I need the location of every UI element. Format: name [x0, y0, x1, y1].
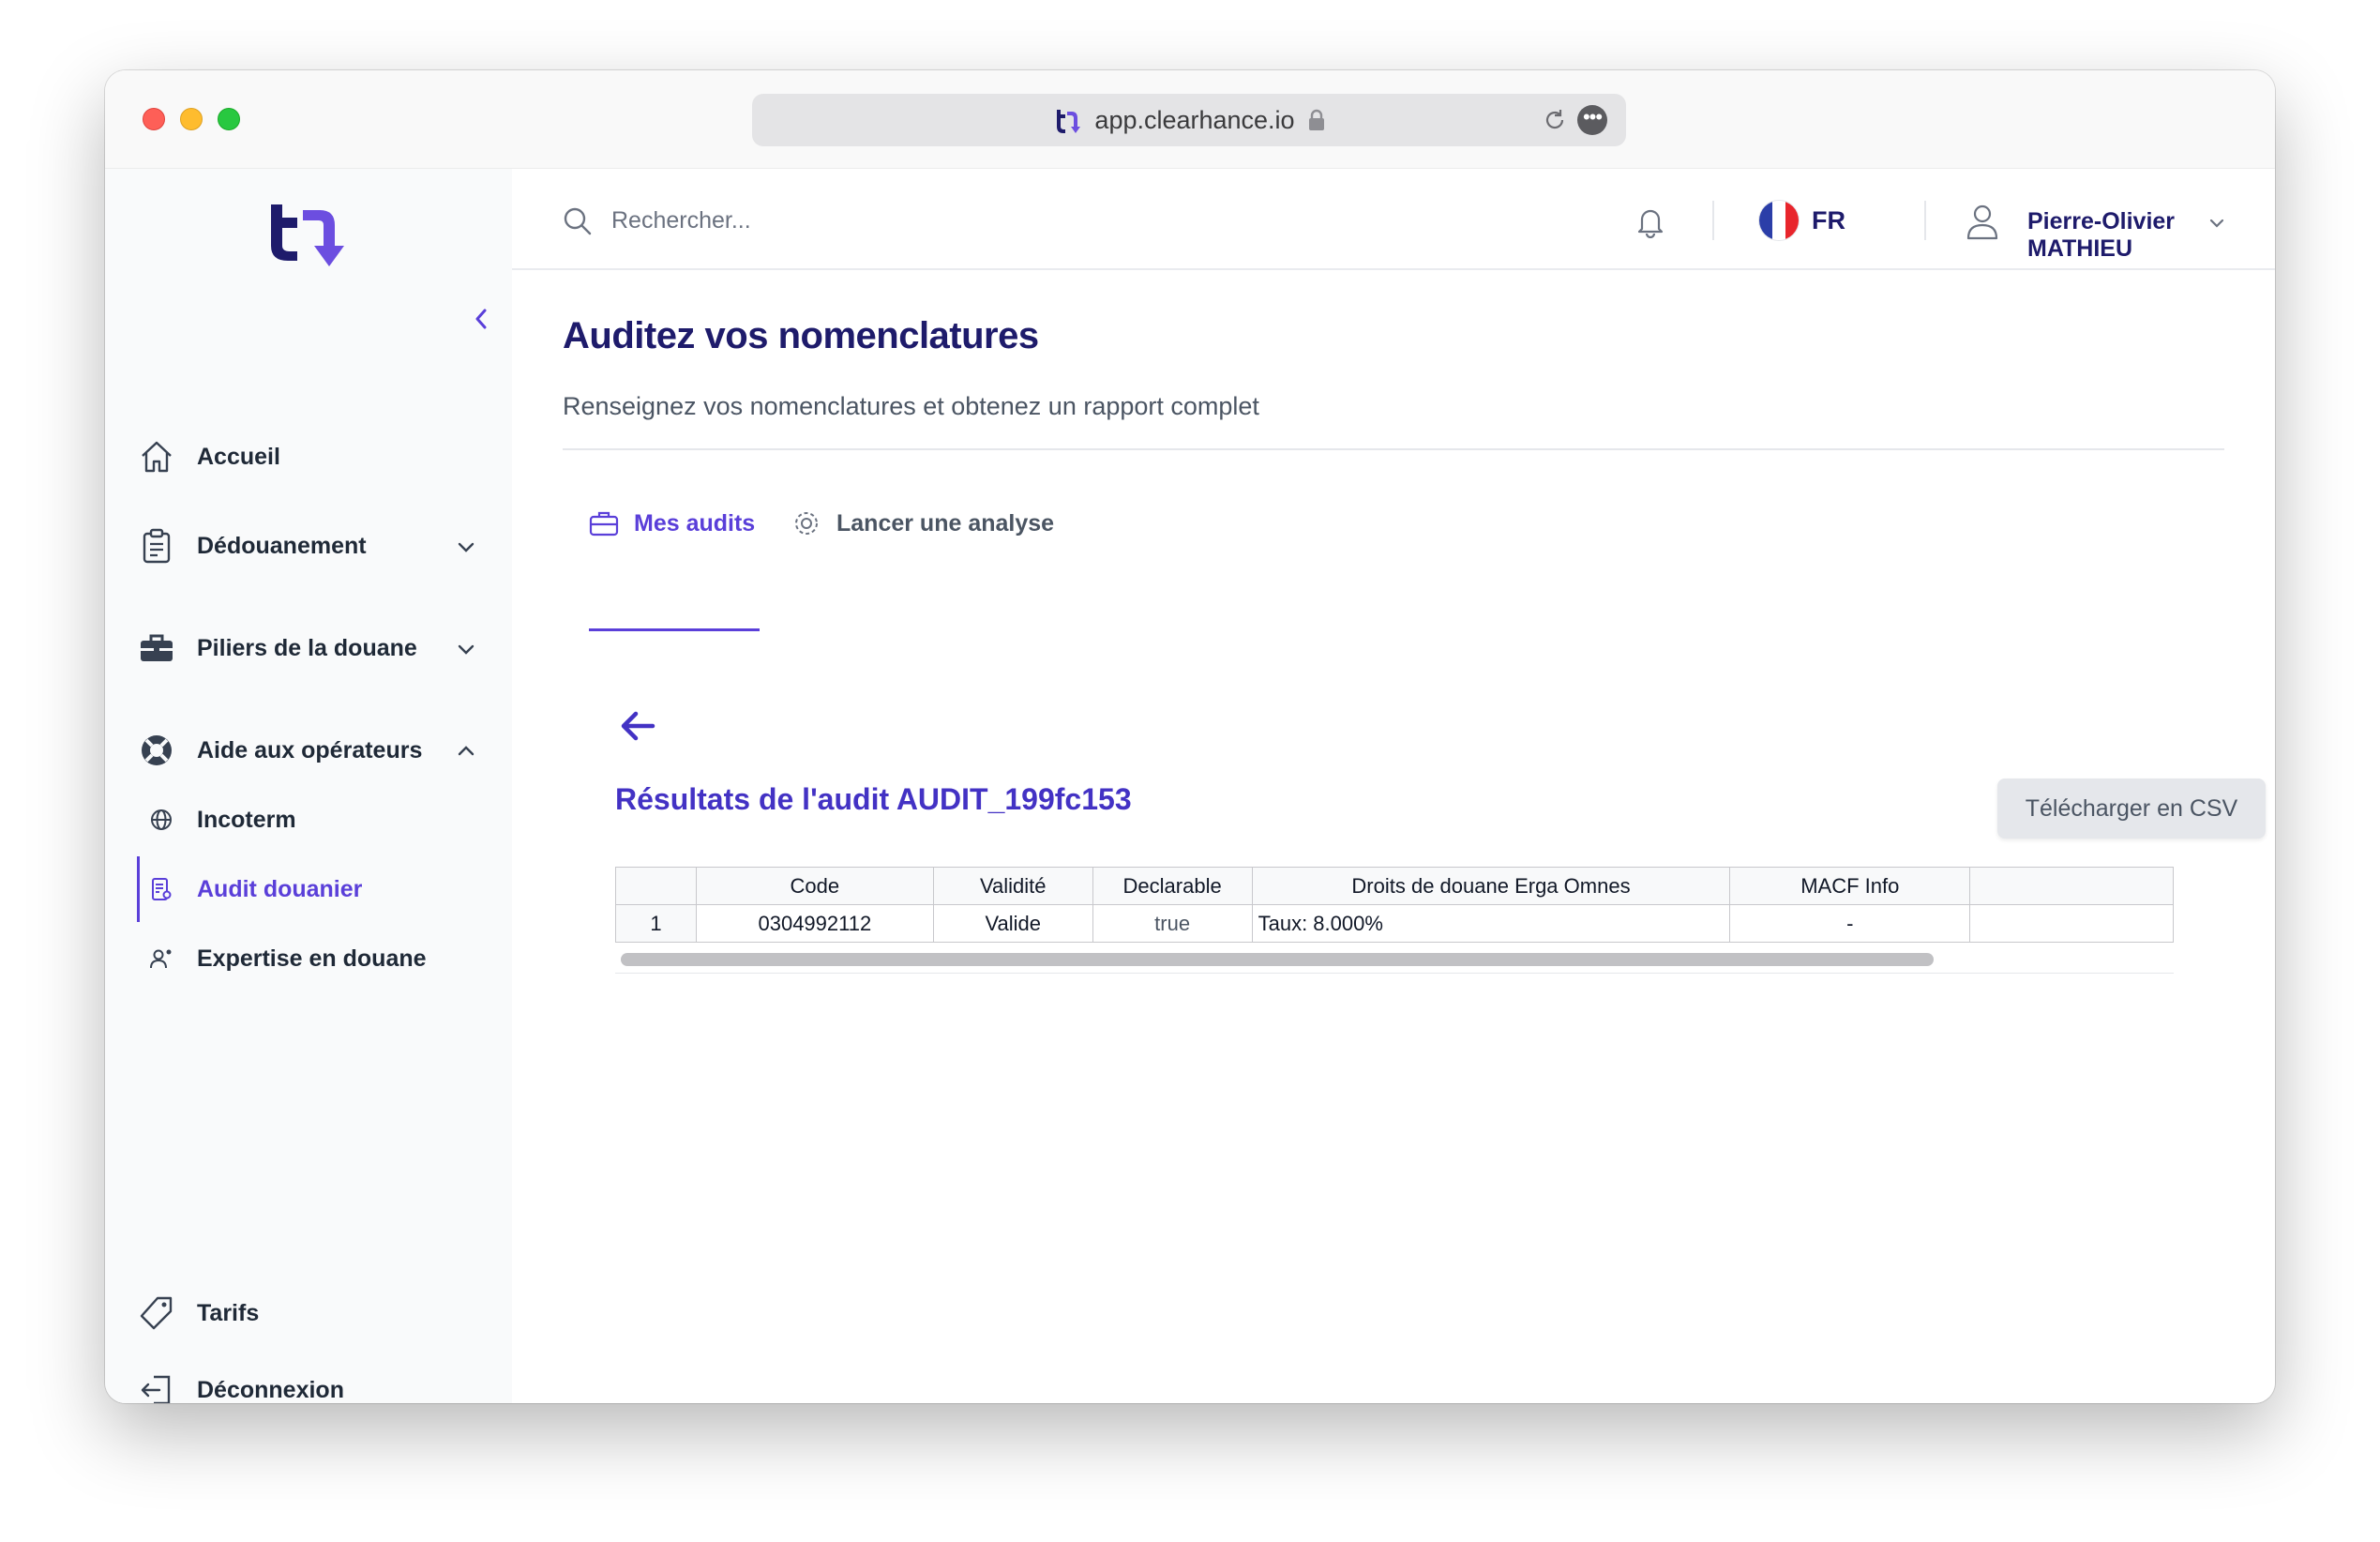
site-logo-icon — [1057, 110, 1081, 133]
sidebar-subitem-expertise[interactable]: Expertise en douane — [139, 932, 495, 985]
tab-label: Mes audits — [634, 509, 756, 537]
audit-results-grid[interactable]: Code Validité Declarable Droits de douan… — [615, 867, 2174, 974]
bell-icon[interactable] — [1635, 204, 1665, 238]
globe-icon — [151, 809, 172, 830]
table-cell[interactable]: 0304992112 — [695, 904, 934, 943]
sidebar-item-accueil[interactable]: Accueil — [139, 429, 495, 485]
sidebar-subitem-label: Expertise en douane — [197, 945, 427, 972]
more-options-icon[interactable]: ••• — [1577, 105, 1607, 135]
table-cell[interactable]: Valide — [932, 904, 1093, 943]
tab-label: Lancer une analyse — [836, 509, 1055, 537]
user-expert-icon — [150, 949, 172, 969]
sidebar-item-deconnexion[interactable]: Déconnexion — [139, 1362, 495, 1403]
sidebar-item-label: Déconnexion — [197, 1376, 344, 1403]
column-header[interactable]: MACF Info — [1729, 867, 1971, 905]
column-header[interactable]: Declarable — [1092, 867, 1253, 905]
chevron-up-icon — [458, 746, 474, 756]
sidebar-item-label: Aide aux opérateurs — [197, 736, 423, 763]
main-content: Auditez vos nomenclatures Renseignez vos… — [512, 270, 2275, 1403]
tag-icon — [140, 1296, 173, 1330]
url-text: app.clearhance.io — [1094, 105, 1295, 134]
chevron-down-icon[interactable] — [2207, 214, 2226, 233]
column-header[interactable] — [615, 867, 697, 905]
back-arrow-icon[interactable] — [619, 709, 656, 743]
language-code: FR — [1812, 205, 1845, 234]
clipboard-icon — [143, 528, 171, 564]
table-row: 1 0304992112 Valide true Taux: 8.000% - — [615, 904, 2174, 943]
logout-icon — [141, 1375, 171, 1403]
gear-icon — [795, 512, 818, 535]
table-cell[interactable] — [1969, 904, 2174, 943]
lock-icon — [1308, 109, 1324, 130]
horizontal-scrollbar[interactable] — [621, 953, 1934, 966]
page-title: Auditez vos nomenclatures — [563, 315, 1039, 356]
column-header[interactable] — [1969, 867, 2174, 905]
active-tab-underline — [589, 628, 760, 631]
sidebar-item-label: Tarifs — [197, 1299, 260, 1326]
chevron-down-icon — [458, 542, 474, 552]
maximize-window-button[interactable] — [218, 108, 240, 130]
table-header-row: Code Validité Declarable Droits de douan… — [615, 867, 2174, 905]
divider — [563, 448, 2224, 450]
reload-icon[interactable] — [1542, 107, 1568, 133]
home-icon — [142, 441, 172, 473]
sidebar-item-tarifs[interactable]: Tarifs — [139, 1285, 495, 1341]
app-topbar: FR Pierre-Olivier MATHIEU — [512, 169, 2275, 270]
page-subtitle: Renseignez vos nomenclatures et obtenez … — [563, 392, 1259, 420]
close-window-button[interactable] — [143, 108, 165, 130]
sidebar-subitem-incoterm[interactable]: Incoterm — [139, 794, 495, 846]
sidebar-subitem-audit-wrap: Audit douanier — [105, 856, 512, 922]
collapse-sidebar-icon[interactable] — [471, 305, 491, 333]
results-table: Code Validité Declarable Droits de douan… — [615, 867, 2174, 943]
sidebar-item-label: Dédouanement — [197, 532, 367, 559]
sidebar-item-aide-operateurs[interactable]: Aide aux opérateurs — [139, 722, 495, 779]
sidebar-item-label: Accueil — [197, 443, 280, 470]
download-csv-button[interactable]: Télécharger en CSV — [1997, 779, 2266, 839]
sidebar-subitem-audit-douanier[interactable]: Audit douanier — [139, 863, 495, 915]
document-audit-icon — [152, 878, 172, 900]
tab-lancer-analyse[interactable]: Lancer une analyse — [791, 495, 1054, 552]
audit-results-title: Résultats de l'audit AUDIT_199fc153 — [615, 782, 1132, 816]
table-cell[interactable]: 1 — [615, 904, 697, 943]
sidebar-subitem-label: Audit douanier — [197, 875, 363, 902]
table-cell[interactable]: Taux: 8.000% — [1251, 904, 1731, 943]
briefcase-icon — [589, 511, 619, 537]
sidebar-item-dedouanement[interactable]: Dédouanement — [139, 518, 495, 574]
table-cell[interactable]: true — [1092, 904, 1253, 943]
sidebar: Accueil Dédouanement Piliers de la douan… — [105, 169, 512, 1403]
column-header[interactable]: Validité — [932, 867, 1093, 905]
column-header[interactable]: Code — [695, 867, 934, 905]
chevron-down-icon — [458, 644, 474, 655]
language-selector[interactable]: FR — [1759, 199, 1845, 242]
table-cell[interactable]: - — [1729, 904, 1971, 943]
browser-titlebar: app.clearhance.io ••• — [105, 70, 2275, 169]
topbar-divider — [1924, 201, 1926, 240]
minimize-window-button[interactable] — [180, 108, 203, 130]
tab-mes-audits[interactable]: Mes audits — [589, 495, 755, 552]
search-icon — [564, 207, 592, 235]
user-name[interactable]: Pierre-Olivier MATHIEU — [2027, 208, 2275, 263]
sidebar-subitem-label: Incoterm — [197, 806, 296, 833]
clearhance-logo — [271, 204, 344, 266]
browser-window: app.clearhance.io ••• Accueil Dédouaneme… — [105, 70, 2275, 1403]
france-flag-icon — [1759, 201, 1799, 240]
search-input[interactable] — [611, 199, 1080, 242]
column-header[interactable]: Droits de douane Erga Omnes — [1251, 867, 1731, 905]
briefcase-icon — [141, 634, 173, 661]
user-icon[interactable] — [1966, 203, 1999, 240]
address-bar[interactable]: app.clearhance.io ••• — [752, 94, 1626, 146]
lifebuoy-icon — [142, 735, 172, 765]
sidebar-item-piliers[interactable]: Piliers de la douane — [139, 620, 495, 676]
sidebar-item-label: Piliers de la douane — [197, 634, 417, 661]
topbar-divider — [1712, 201, 1714, 240]
